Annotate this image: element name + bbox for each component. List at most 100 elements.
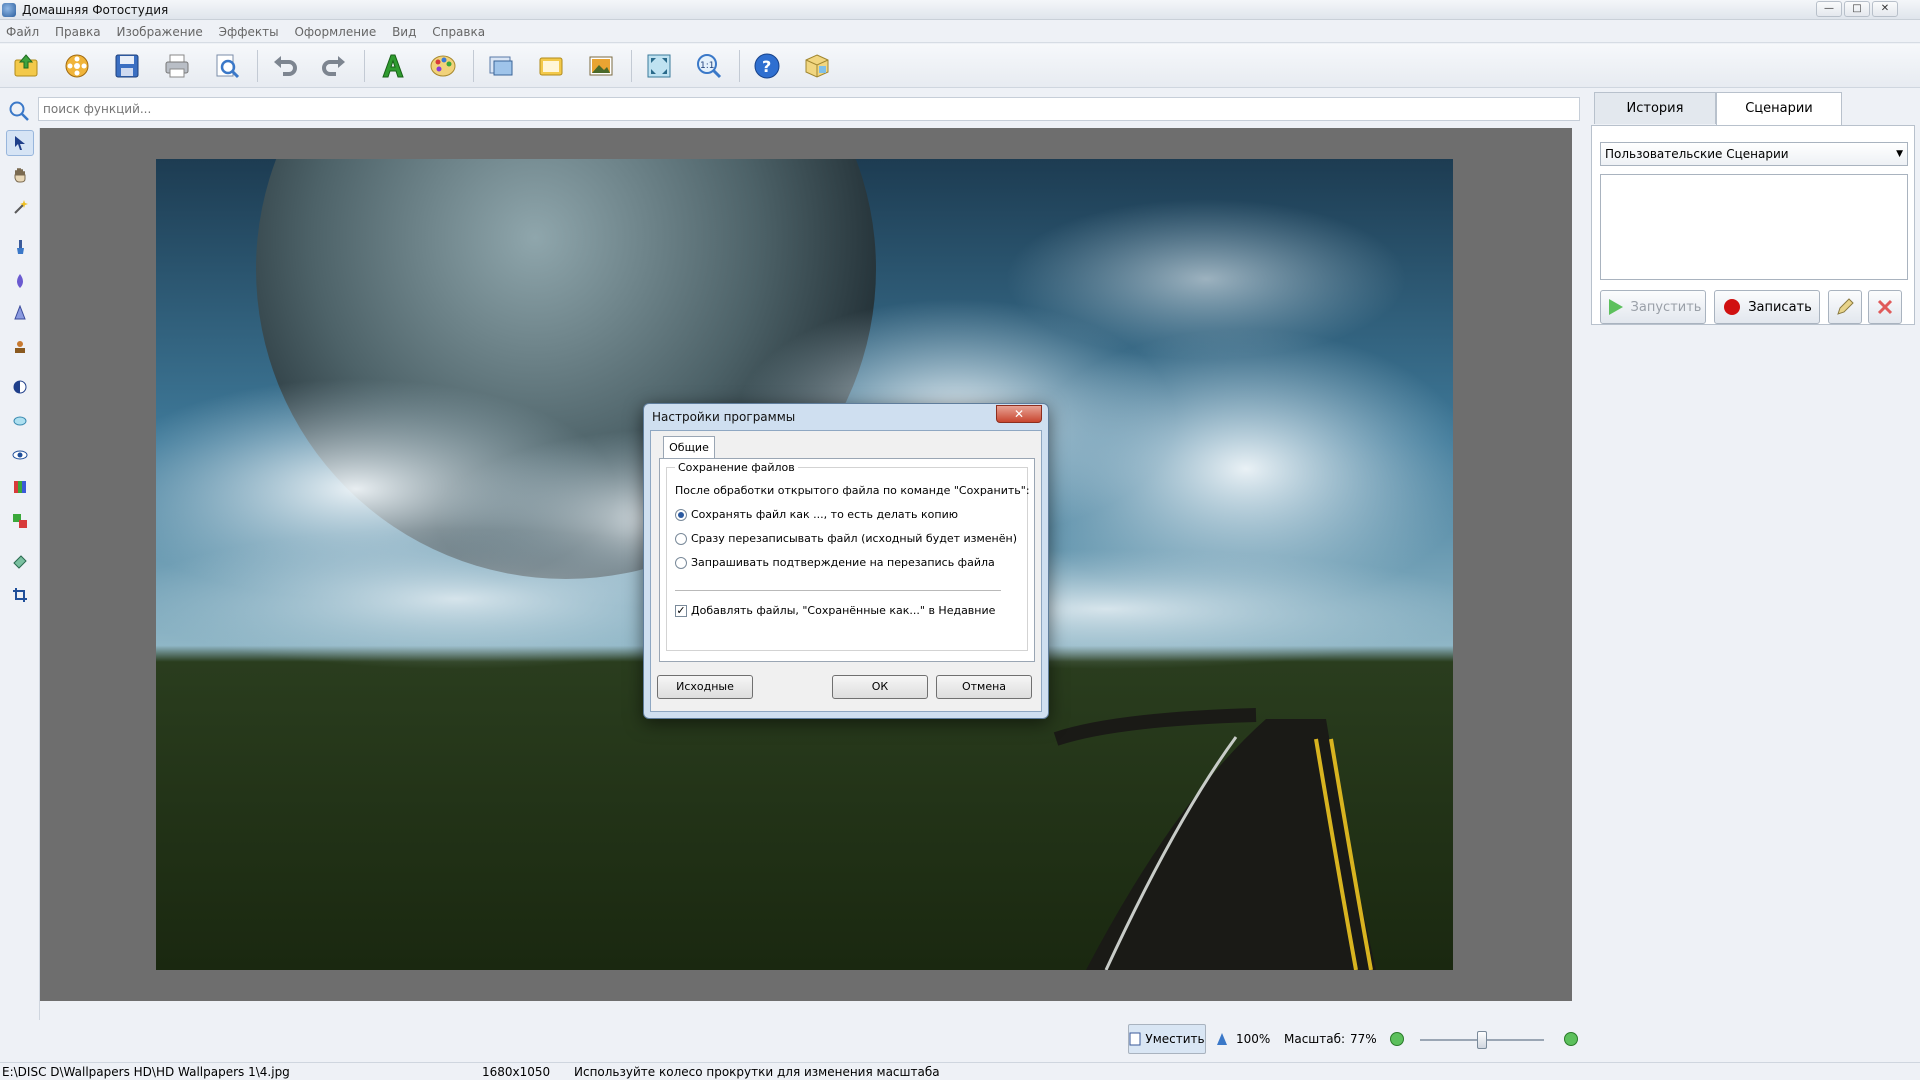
record-label: Записать — [1748, 299, 1812, 315]
hand-icon[interactable] — [6, 162, 34, 188]
stamp-icon[interactable] — [6, 334, 34, 360]
tab-general[interactable]: Общие — [663, 436, 715, 458]
crop-icon[interactable] — [6, 582, 34, 608]
fit-screen-icon[interactable] — [642, 49, 676, 83]
menu-view[interactable]: Вид — [386, 21, 422, 43]
radio-ask-confirm[interactable] — [675, 556, 687, 569]
preview-icon[interactable] — [210, 49, 244, 83]
image-folder-icon[interactable] — [534, 49, 568, 83]
option-save-as-copy[interactable]: Сохранять файл как ..., то есть делать к… — [675, 508, 958, 521]
brush-icon[interactable] — [6, 234, 34, 260]
right-panel: История действий Сценарии Пользовательск… — [1590, 92, 1920, 1052]
scenario-list[interactable] — [1600, 174, 1908, 280]
replace-color-icon[interactable] — [6, 508, 34, 534]
zoom-slider-track[interactable] — [1420, 1031, 1544, 1049]
zoom-actual-icon — [1217, 1033, 1227, 1045]
scenario-select[interactable]: Пользовательские Сценарии ▼ — [1600, 142, 1908, 166]
open-icon[interactable] — [9, 49, 43, 83]
play-icon — [1608, 299, 1623, 315]
pointer-icon[interactable] — [6, 130, 34, 156]
horizontal-scrollbar[interactable] — [40, 1001, 1572, 1017]
zoom-out-icon[interactable] — [1390, 1032, 1404, 1046]
print-icon[interactable] — [160, 49, 194, 83]
menu-file[interactable]: Файл — [0, 21, 45, 43]
minimize-button[interactable]: — — [1816, 1, 1842, 17]
frames-icon[interactable] — [484, 49, 518, 83]
general-page: Сохранение файлов После обработки открыт… — [659, 458, 1035, 662]
defaults-button[interactable]: Исходные — [657, 675, 753, 699]
film-reel-icon[interactable] — [60, 49, 94, 83]
tool-strip — [0, 128, 40, 1020]
package-icon[interactable] — [800, 49, 834, 83]
cancel-button[interactable]: Отмена — [936, 675, 1032, 699]
option-save-as-copy-label: Сохранять файл как ..., то есть делать к… — [691, 508, 959, 521]
search-icon — [8, 100, 30, 125]
radio-overwrite[interactable] — [675, 532, 687, 545]
cone-icon[interactable] — [6, 300, 34, 326]
fit-label: Уместить — [1145, 1032, 1205, 1046]
close-button[interactable]: ✕ — [1872, 1, 1898, 17]
option-ask-confirm[interactable]: Запрашивать подтверждение на перезапись … — [675, 556, 995, 569]
add-recent-label: Добавлять файлы, "Сохранённые как..." в … — [691, 604, 996, 617]
zoom-in-icon[interactable] — [1564, 1032, 1578, 1046]
eraser-icon[interactable] — [6, 548, 34, 574]
menu-edit[interactable]: Правка — [49, 21, 107, 43]
search-bar — [0, 92, 1588, 126]
photo-icon[interactable] — [584, 49, 618, 83]
magic-wand-icon[interactable] — [6, 194, 34, 220]
save-icon[interactable] — [110, 49, 144, 83]
blur-icon[interactable] — [6, 408, 34, 434]
dialog-title: Настройки программы — [652, 410, 796, 424]
app-icon — [2, 3, 16, 17]
add-recent-option[interactable]: ✓ Добавлять файлы, "Сохранённые как..." … — [675, 604, 995, 617]
status-bar: E:\DISC D\Wallpapers HD\HD Wallpapers 1\… — [0, 1062, 1920, 1080]
actual-size-button[interactable]: 100% — [1216, 1032, 1270, 1046]
svg-text:?: ? — [762, 57, 771, 76]
dialog-close-button[interactable]: ✕ — [996, 405, 1042, 423]
fit-button[interactable]: Уместить — [1128, 1024, 1206, 1054]
contrast-icon[interactable] — [6, 374, 34, 400]
status-hint: Используйте колесо прокрутки для изменен… — [574, 1065, 940, 1079]
edit-scenario-button[interactable] — [1828, 290, 1862, 324]
menu-image[interactable]: Изображение — [110, 21, 208, 43]
maximize-button[interactable]: □ — [1844, 1, 1870, 17]
scenarios-panel: Пользовательские Сценарии ▼ Запустить За… — [1591, 125, 1915, 325]
tab-history[interactable]: История действий — [1594, 92, 1716, 148]
run-button[interactable]: Запустить — [1600, 290, 1706, 324]
zoom-slider-thumb[interactable] — [1477, 1031, 1487, 1049]
add-recent-checkbox[interactable]: ✓ — [675, 604, 687, 617]
dialog-body: Общие Сохранение файлов После обработки … — [650, 430, 1042, 712]
levels-icon[interactable] — [6, 474, 34, 500]
option-overwrite-label: Сразу перезаписывать файл (исходный буде… — [691, 532, 1017, 545]
tab-scenarios[interactable]: Сценарии — [1716, 92, 1842, 126]
ok-button[interactable]: ОК — [832, 675, 928, 699]
separator — [675, 590, 1001, 591]
save-prompt: После обработки открытого файла по коман… — [675, 484, 1030, 497]
scale-value: 77% — [1350, 1032, 1377, 1046]
run-label: Запустить — [1630, 299, 1702, 315]
eye-icon[interactable] — [6, 442, 34, 468]
status-path: E:\DISC D\Wallpapers HD\HD Wallpapers 1\… — [2, 1065, 290, 1079]
zoom-bar: Уместить 100% Масштаб: 77% — [1120, 1020, 1580, 1058]
option-overwrite[interactable]: Сразу перезаписывать файл (исходный буде… — [675, 532, 1017, 545]
redo-icon[interactable] — [317, 49, 351, 83]
menu-design[interactable]: Оформление — [288, 21, 382, 43]
palette-icon[interactable] — [426, 49, 460, 83]
record-button[interactable]: Записать — [1714, 290, 1820, 324]
actual-size-label: 100% — [1236, 1032, 1271, 1046]
help-icon[interactable]: ? — [750, 49, 784, 83]
drop-icon[interactable] — [6, 268, 34, 294]
menu-effects[interactable]: Эффекты — [213, 21, 285, 43]
delete-scenario-button[interactable] — [1868, 290, 1902, 324]
scenario-select-value: Пользовательские Сценарии — [1605, 147, 1789, 161]
undo-icon[interactable] — [268, 49, 302, 83]
vertical-scrollbar[interactable] — [1572, 128, 1588, 1001]
title-bar: Домашняя Фотостудия — □ ✕ — [0, 0, 1920, 20]
text-icon[interactable] — [376, 49, 410, 83]
record-icon — [1724, 299, 1741, 315]
search-input[interactable] — [38, 97, 1580, 121]
menu-help[interactable]: Справка — [426, 21, 491, 43]
radio-save-as-copy[interactable] — [675, 508, 687, 521]
save-prompt-text: После обработки открытого файла по коман… — [675, 484, 1030, 497]
actual-size-icon[interactable]: 1:1 — [692, 49, 726, 83]
